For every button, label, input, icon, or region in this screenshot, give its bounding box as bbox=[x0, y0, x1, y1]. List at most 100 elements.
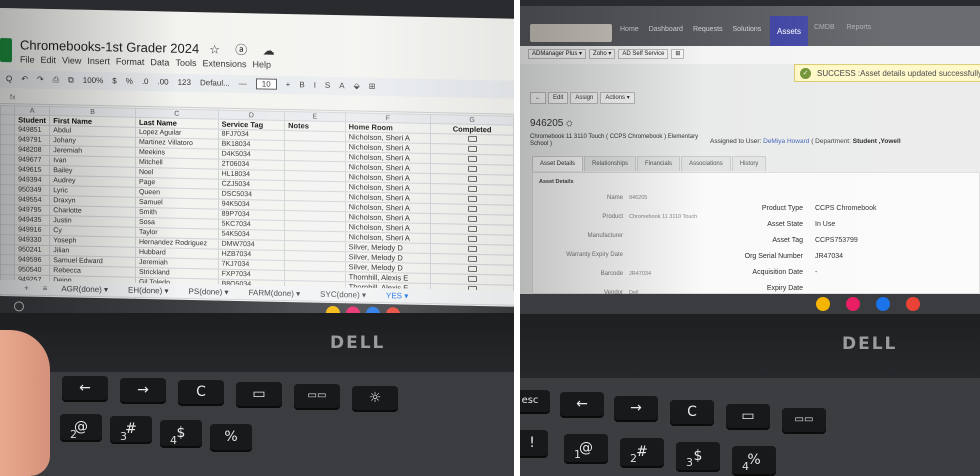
nav-item[interactable]: Solutions bbox=[733, 26, 762, 33]
sheet-tab[interactable]: SYC(done) ▾ bbox=[320, 290, 366, 300]
detail-tab[interactable]: History bbox=[731, 156, 767, 171]
sheet-tab[interactable]: YES ▾ bbox=[386, 291, 408, 300]
key-3[interactable]: C bbox=[670, 400, 714, 424]
key-5[interactable]: ▭▭ bbox=[782, 408, 826, 432]
sheet-tab[interactable]: EH(done) ▾ bbox=[128, 286, 168, 296]
toolbar-button[interactable]: 100% bbox=[83, 76, 103, 85]
toolbar-button[interactable]: ↶ bbox=[21, 74, 28, 83]
checkbox[interactable] bbox=[467, 215, 477, 222]
key-4[interactable]: ▭ bbox=[726, 404, 770, 428]
add-sheet-button[interactable]: + bbox=[24, 284, 29, 293]
column-header[interactable]: Notes bbox=[284, 120, 346, 132]
star-move-cloud-icons[interactable]: ☆ ⓐ ☁ bbox=[209, 42, 280, 57]
key-6[interactable]: ! bbox=[520, 430, 548, 456]
key-5[interactable]: ▭▭ bbox=[294, 384, 340, 408]
detail-tab[interactable]: Associations bbox=[681, 156, 731, 171]
checkbox[interactable] bbox=[467, 185, 477, 192]
launcher-icon[interactable] bbox=[14, 301, 24, 312]
key-14[interactable]: % bbox=[732, 446, 776, 474]
checkbox[interactable] bbox=[467, 265, 477, 272]
menu-item-file[interactable]: File bbox=[20, 54, 35, 64]
toolbar-button[interactable]: + bbox=[286, 80, 291, 89]
toolbar-button[interactable]: ↷ bbox=[37, 75, 44, 84]
detail-tab[interactable]: Financials bbox=[637, 156, 681, 171]
toolbar-button[interactable]: % bbox=[126, 77, 133, 86]
toolbar-button[interactable]: Q bbox=[6, 74, 12, 83]
checkbox[interactable] bbox=[467, 195, 477, 202]
nav-item[interactable]: Home bbox=[620, 26, 639, 33]
checkbox[interactable] bbox=[467, 235, 477, 242]
key-15[interactable]: % bbox=[210, 424, 252, 450]
chrome-app-icon[interactable] bbox=[816, 297, 830, 311]
checkbox[interactable] bbox=[467, 255, 477, 262]
checkbox[interactable] bbox=[467, 275, 477, 282]
toolbar-button[interactable]: 123 bbox=[178, 78, 191, 87]
toolbar-button[interactable]: .0 bbox=[142, 77, 149, 86]
menu-item-extensions[interactable]: Extensions bbox=[202, 58, 246, 69]
checkbox[interactable] bbox=[467, 165, 477, 172]
key-0[interactable]: esc bbox=[520, 390, 550, 412]
key-11[interactable]: # bbox=[110, 416, 152, 442]
bookmark[interactable]: ⊞ bbox=[671, 49, 685, 59]
menu-item-edit[interactable]: Edit bbox=[41, 55, 57, 65]
toolbar-button[interactable]: A bbox=[339, 81, 344, 90]
nav-item[interactable]: Requests bbox=[693, 26, 723, 33]
action-button[interactable]: ← bbox=[530, 92, 546, 104]
checkbox[interactable] bbox=[467, 135, 477, 142]
toolbar-button[interactable]: Defaul... bbox=[200, 78, 230, 88]
meet-app-icon[interactable] bbox=[876, 297, 890, 311]
key-12[interactable]: $ bbox=[676, 442, 720, 470]
checkbox[interactable] bbox=[467, 155, 477, 162]
nav-assets-tab[interactable]: Assets bbox=[770, 16, 808, 46]
column-header[interactable]: Service Tag bbox=[218, 119, 285, 131]
menu-item-help[interactable]: Help bbox=[252, 59, 271, 69]
bookmark[interactable]: AD Self Service bbox=[618, 49, 669, 59]
assigned-user-link[interactable]: DeMiya Howard bbox=[763, 138, 809, 145]
sheet-tab[interactable]: FARM(done) ▾ bbox=[249, 288, 301, 298]
chrome-browser-icon[interactable] bbox=[906, 297, 920, 311]
bookmark[interactable]: Zoho ▾ bbox=[589, 49, 616, 59]
action-button[interactable]: Assign bbox=[570, 92, 599, 104]
toolbar-button[interactable]: $ bbox=[112, 76, 116, 85]
menu-item-data[interactable]: Data bbox=[150, 57, 169, 67]
toolbar-button[interactable]: ⬙ bbox=[354, 81, 360, 90]
checkbox[interactable] bbox=[467, 205, 477, 212]
key-10[interactable]: # bbox=[620, 438, 664, 466]
nav-item[interactable]: Reports bbox=[847, 24, 872, 31]
key-1[interactable]: ← bbox=[62, 376, 108, 400]
toolbar-button[interactable]: I bbox=[314, 81, 316, 90]
toolbar-button[interactable]: B bbox=[299, 80, 304, 89]
key-1[interactable]: ← bbox=[560, 392, 604, 416]
checkbox[interactable] bbox=[467, 225, 477, 232]
menu-item-view[interactable]: View bbox=[62, 55, 81, 65]
detail-tab[interactable]: Relationships bbox=[584, 156, 637, 171]
toolbar-button[interactable]: ⊞ bbox=[369, 82, 376, 91]
all-sheets-button[interactable]: ≡ bbox=[43, 284, 48, 293]
column-header[interactable]: Student bbox=[14, 114, 50, 126]
toolbar-button[interactable]: ⧉ bbox=[68, 75, 74, 84]
key-6[interactable]: ☼ bbox=[352, 386, 398, 410]
toolbar-button[interactable]: ⎙ bbox=[53, 75, 59, 84]
checkbox[interactable] bbox=[467, 175, 477, 182]
action-button[interactable]: Edit bbox=[548, 92, 569, 104]
sheet-tab[interactable]: PS(done) ▾ bbox=[189, 287, 229, 297]
menu-item-format[interactable]: Format bbox=[116, 56, 145, 67]
nav-item[interactable]: CMDB bbox=[814, 24, 835, 31]
key-2[interactable]: → bbox=[614, 396, 658, 420]
menu-item-insert[interactable]: Insert bbox=[87, 56, 110, 66]
toolbar-button[interactable]: S bbox=[325, 81, 330, 90]
key-9[interactable]: @ bbox=[60, 414, 102, 440]
menu-item-tools[interactable]: Tools bbox=[175, 58, 196, 68]
checkbox[interactable] bbox=[467, 145, 477, 152]
checkbox[interactable] bbox=[467, 245, 477, 252]
key-13[interactable]: $ bbox=[160, 420, 202, 446]
detail-tab[interactable]: Asset Details bbox=[532, 156, 584, 171]
toolbar-button[interactable]: — bbox=[239, 79, 247, 88]
key-8[interactable]: @ bbox=[564, 434, 608, 462]
key-2[interactable]: → bbox=[120, 378, 166, 402]
toolbar-button[interactable]: .00 bbox=[157, 77, 168, 86]
bookmark[interactable]: ADManager Plus ▾ bbox=[528, 49, 587, 59]
key-4[interactable]: ▭ bbox=[236, 382, 282, 406]
sheet-tab[interactable]: AGR(done) ▾ bbox=[61, 284, 108, 294]
app-icon[interactable] bbox=[846, 297, 860, 311]
